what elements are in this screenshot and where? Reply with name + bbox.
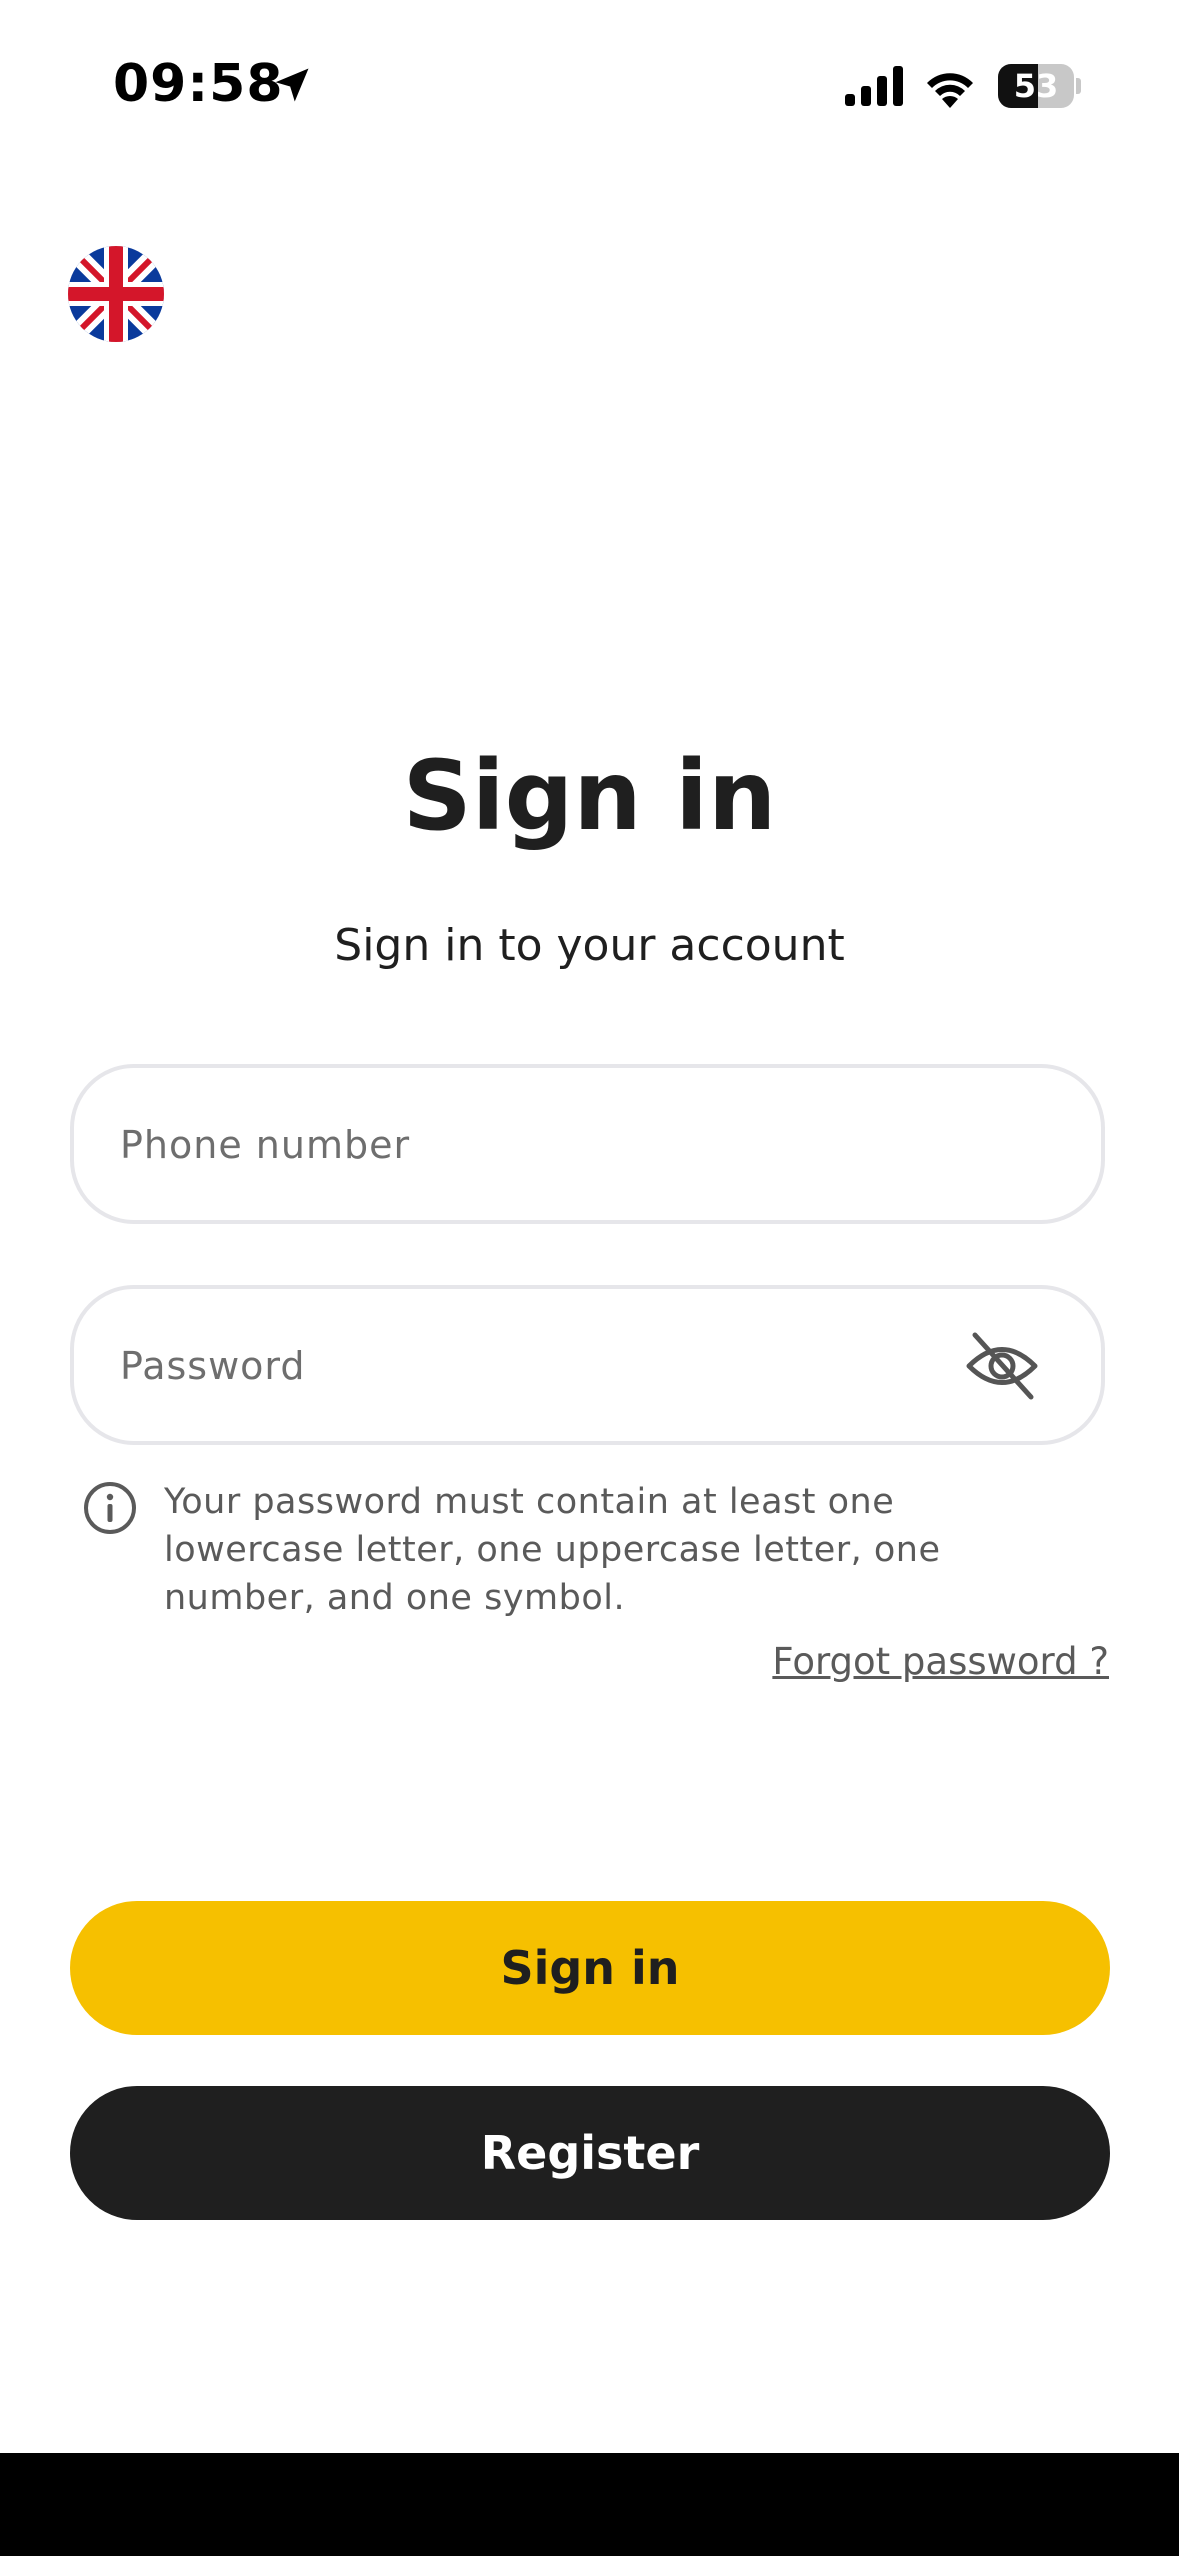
page-subtitle: Sign in to your account [334, 920, 845, 971]
status-bar: 09:58 53 [0, 0, 1179, 175]
location-arrow-icon [275, 68, 309, 102]
phone-field[interactable] [70, 1064, 1105, 1224]
password-hint: Your password must contain at least one … [164, 1482, 941, 1618]
wifi-icon [927, 73, 973, 108]
language-selector[interactable] [68, 246, 164, 342]
page-title: Sign in [402, 740, 777, 852]
forgot-password-link[interactable]: Forgot password ? [772, 1640, 1109, 1683]
status-time: 09:58 [113, 54, 284, 114]
signin-button[interactable]: Sign in [70, 1901, 1110, 2035]
cellular-signal-icon [845, 66, 903, 106]
battery-level: 53 [1013, 67, 1059, 105]
battery-indicator: 53 [998, 64, 1081, 108]
signin-screen: 09:58 53 Sign in Sign in to your account… [0, 0, 1179, 2556]
register-button[interactable]: Register [70, 2086, 1110, 2220]
password-field[interactable] [70, 1285, 1105, 1445]
password-input[interactable] [118, 1289, 972, 1443]
bottom-bar [0, 2453, 1179, 2556]
phone-input[interactable] [118, 1068, 972, 1222]
eye-off-icon[interactable] [963, 1331, 1041, 1401]
info-icon [84, 1482, 136, 1534]
uk-flag-icon [68, 246, 164, 342]
